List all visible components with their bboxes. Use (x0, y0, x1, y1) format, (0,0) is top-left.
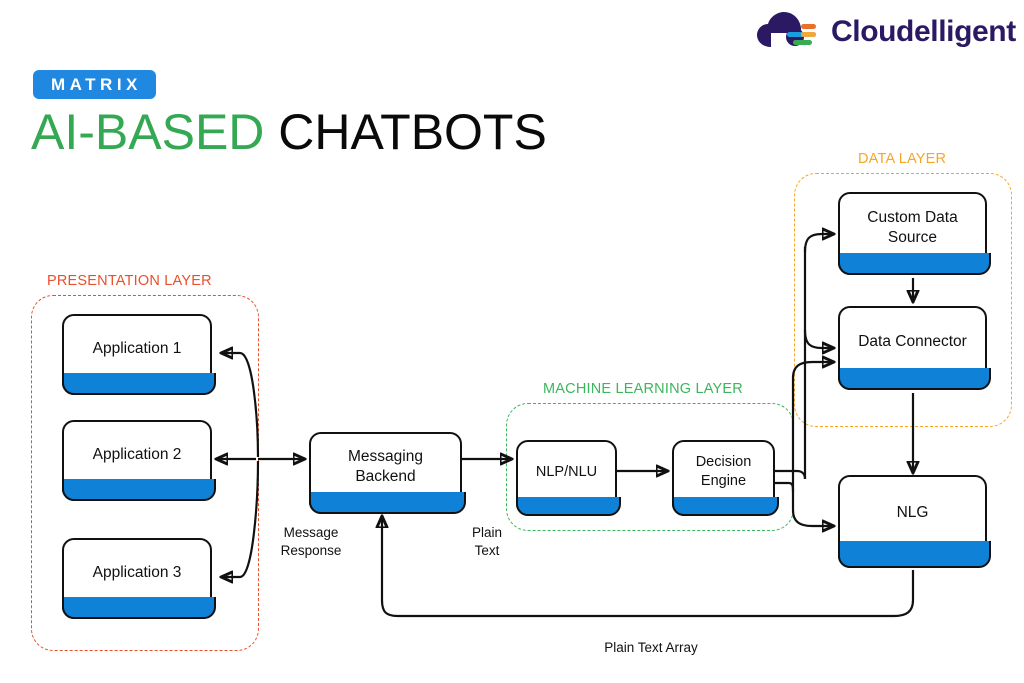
cloud-logo-icon (757, 12, 816, 47)
node-application-3[interactable]: Application 3 (61, 538, 216, 620)
node-messaging-backend[interactable]: Messaging Backend (308, 432, 466, 515)
edge-label-plain-text-array: Plain Text Array (604, 640, 698, 655)
node-nlg[interactable]: NLG (837, 475, 991, 569)
node-custom-data-source[interactable]: Custom Data Source (837, 192, 991, 276)
node-accent-bar (671, 497, 779, 517)
node-accent-bar (515, 497, 621, 517)
node-label: Application 1 (92, 339, 182, 357)
node-accent-bar (61, 597, 216, 620)
node-decision-engine[interactable]: Decision Engine (671, 440, 779, 517)
page-title: AI-BASED CHATBOTS (31, 104, 547, 162)
node-label: Messaging Backend (348, 448, 423, 485)
node-label: NLP/NLU (535, 463, 598, 480)
layer-label-presentation: PRESENTATION LAYER (47, 273, 212, 289)
node-accent-bar (61, 373, 216, 396)
node-label: Application 2 (92, 445, 182, 463)
node-accent-bar (61, 479, 216, 502)
node-nlp-nlu[interactable]: NLP/NLU (515, 440, 621, 517)
wire-branch-to-nlg (791, 492, 834, 526)
node-application-2[interactable]: Application 2 (61, 420, 216, 502)
brand-logo: Cloudelligent (757, 8, 1016, 56)
node-label: Application 3 (92, 563, 182, 581)
node-accent-bar (837, 253, 991, 276)
layer-label-data: DATA LAYER (858, 151, 947, 167)
matrix-badge: MATRIX (33, 70, 156, 99)
node-accent-bar (837, 368, 991, 391)
node-label: NLG (896, 503, 929, 521)
node-data-connector[interactable]: Data Connector (837, 306, 991, 391)
node-accent-bar (837, 541, 991, 569)
node-label: Decision Engine (695, 454, 752, 489)
node-label: Data Connector (858, 333, 967, 351)
node-application-1[interactable]: Application 1 (61, 314, 216, 396)
node-label: Custom Data Source (867, 208, 958, 246)
page-title-highlight: AI-BASED (31, 104, 265, 160)
node-accent-bar (308, 492, 466, 515)
edge-label-message-response: Message Response (280, 525, 342, 559)
edge-label-plain-text: Plain Text (471, 525, 503, 559)
brand-name: Cloudelligent (831, 15, 1016, 48)
layer-label-machine-learning: MACHINE LEARNING LAYER (543, 381, 743, 397)
page-title-rest: CHATBOTS (264, 104, 547, 160)
